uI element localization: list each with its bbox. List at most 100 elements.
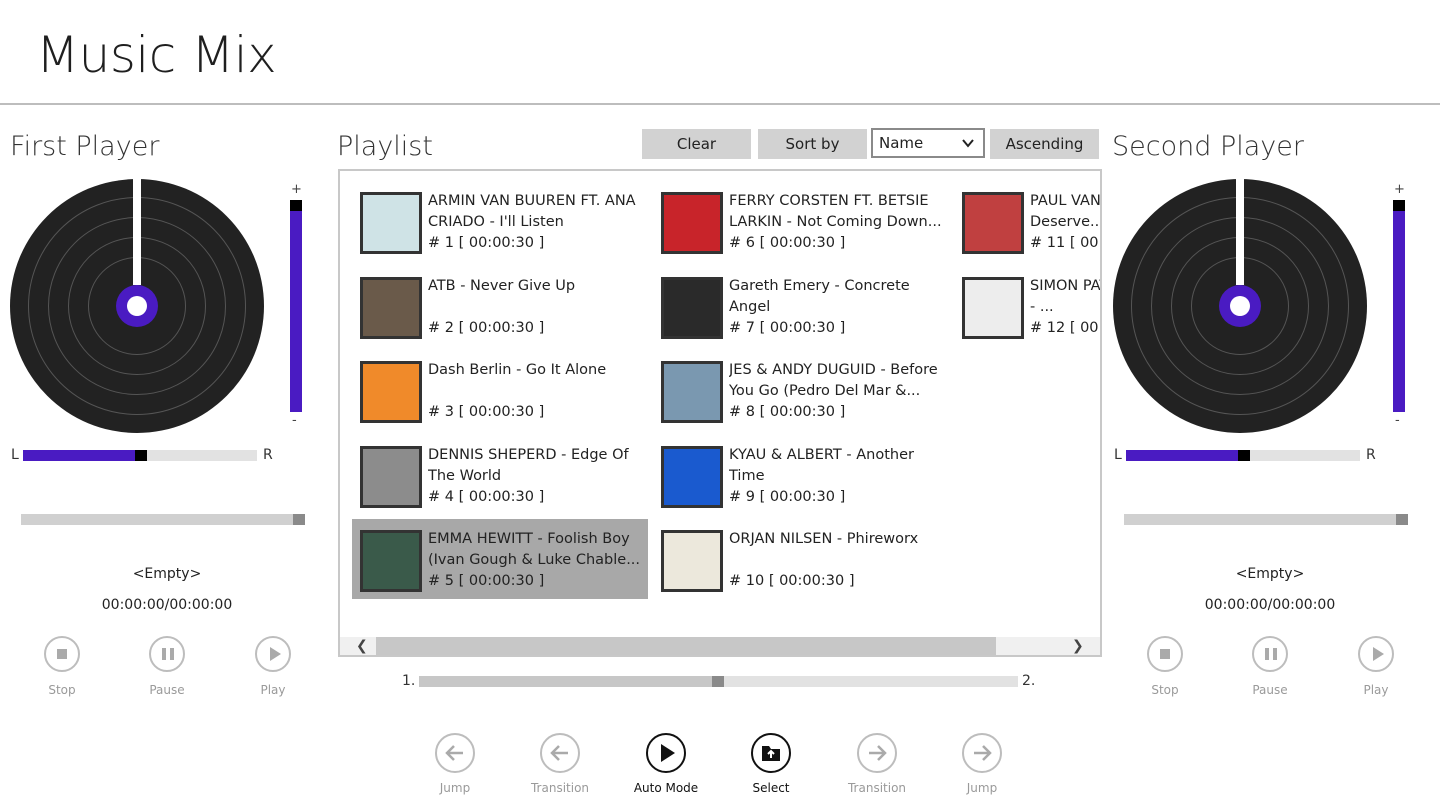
scroll-right-icon[interactable]: ❯ (1072, 637, 1084, 655)
balance-fill (1126, 450, 1238, 461)
second-player-title: Second Player (1112, 131, 1304, 162)
arrow-left-icon (435, 733, 475, 773)
item-title: ORJAN NILSEN - Phireworx (729, 531, 919, 547)
progress-thumb[interactable] (1396, 514, 1408, 525)
jump-left-button[interactable]: Jump (415, 733, 495, 795)
tonearm (1236, 178, 1244, 285)
second-player-turntable[interactable] (1113, 178, 1367, 433)
arrow-right-icon (857, 733, 897, 773)
playlist-item[interactable]: SIMON PATTERSON - HOWELS - ... # 12 [ 00:… (954, 266, 1100, 346)
playlist-item[interactable]: ARMIN VAN BUUREN FT. ANA CRIADO - I'll L… (352, 181, 648, 261)
album-art (661, 445, 723, 508)
volume-thumb[interactable] (1393, 200, 1405, 211)
pause-label: Pause (149, 683, 185, 697)
item-title: Gareth Emery - Concrete Angel (729, 277, 910, 315)
crossfader-thumb[interactable] (712, 676, 724, 687)
second-player-balance-slider[interactable] (1126, 450, 1360, 461)
second-player-volume-slider[interactable] (1393, 200, 1405, 412)
balance-right-label: R (263, 447, 273, 463)
scrollbar-thumb[interactable] (376, 637, 996, 655)
item-title: DENNIS SHEPERD - Edge Of The World (428, 446, 629, 484)
playlist-item[interactable]: PAUL VAN DYK - Don't Deserve... # 11 [ 00… (954, 181, 1102, 261)
playlist-item[interactable]: ORJAN NILSEN - Phireworx # 10 [ 00:00:30 … (653, 519, 949, 599)
playlist-item[interactable]: JES & ANDY DUGUID - Before You Go (Pedro… (653, 350, 949, 430)
transition-right-button[interactable]: Transition (837, 733, 917, 795)
first-player-time: 00:00:00/00:00:00 (101, 597, 233, 613)
first-player-progress-bar[interactable] (21, 514, 305, 525)
select-button[interactable]: Select (731, 733, 811, 795)
playlist-item[interactable]: ATB - Never Give Up # 2 [ 00:00:30 ] (352, 266, 648, 346)
sort-by-button[interactable]: Sort by (758, 129, 867, 159)
playlist-item[interactable]: KYAU & ALBERT - Another Time # 9 [ 00:00:… (653, 435, 949, 515)
playlist-horizontal-scrollbar[interactable]: ❮ ❯ (340, 637, 1100, 655)
volume-thumb[interactable] (290, 200, 302, 211)
second-player-play-button[interactable]: Play (1346, 636, 1406, 697)
sort-order-button[interactable]: Ascending (990, 129, 1099, 159)
folder-open-icon (751, 733, 791, 773)
progress-thumb[interactable] (293, 514, 305, 525)
playlist-item[interactable]: EMMA HEWITT - Foolish Boy (Ivan Gough & … (352, 519, 648, 599)
second-player-pause-button[interactable]: Pause (1240, 636, 1300, 697)
play-label: Play (260, 683, 286, 697)
crossfader-fill (419, 676, 712, 687)
transition-left-button[interactable]: Transition (520, 733, 600, 795)
select-label: Select (752, 781, 790, 795)
stop-label: Stop (48, 683, 76, 697)
item-title: ATB - Never Give Up (428, 277, 576, 294)
balance-left-label: L (11, 447, 19, 463)
jump-right-button[interactable]: Jump (942, 733, 1022, 795)
arrow-right-icon (962, 733, 1002, 773)
balance-left-label: L (1114, 447, 1122, 463)
first-player-play-button[interactable]: Play (243, 636, 303, 697)
playlist-grid[interactable]: ARMIN VAN BUUREN FT. ANA CRIADO - I'll L… (338, 169, 1102, 657)
volume-minus-label: - (292, 413, 297, 428)
balance-thumb[interactable] (135, 450, 147, 461)
pause-icon (1252, 636, 1288, 672)
item-title: EMMA HEWITT - Foolish Boy (Ivan Gough & … (428, 531, 641, 568)
clear-button[interactable]: Clear (642, 129, 751, 159)
playlist-item[interactable]: FERRY CORSTEN FT. BETSIE LARKIN - Not Co… (653, 181, 949, 261)
crossfader-left-label: 1. (402, 673, 416, 689)
volume-minus-label: - (1395, 413, 1400, 428)
sort-field-dropdown[interactable]: Name (871, 128, 985, 158)
item-number-duration: # 3 [ 00:00:30 ] (428, 404, 545, 420)
stop-icon (1147, 636, 1183, 672)
transition-left-label: Transition (530, 781, 590, 795)
first-player-stop-button[interactable]: Stop (32, 636, 92, 697)
pause-label: Pause (1252, 683, 1288, 697)
auto-mode-button[interactable]: Auto Mode (626, 733, 706, 795)
volume-plus-label: + (291, 182, 302, 197)
first-player-balance-slider[interactable] (23, 450, 257, 461)
jump-left-label: Jump (439, 781, 471, 795)
item-number-duration: # 5 [ 00:00:30 ] (428, 573, 545, 589)
sort-field-value: Name (879, 134, 924, 152)
playlist-item[interactable]: Gareth Emery - Concrete Angel # 7 [ 00:00… (653, 266, 949, 346)
arrow-left-icon (540, 733, 580, 773)
balance-thumb[interactable] (1238, 450, 1250, 461)
chevron-down-icon (962, 139, 974, 148)
album-art (661, 361, 723, 423)
album-art (962, 192, 1024, 254)
item-number-duration: # 6 [ 00:00:30 ] (729, 235, 846, 251)
crossfader-slider[interactable] (419, 676, 1018, 687)
second-player-progress-bar[interactable] (1124, 514, 1408, 525)
second-player-stop-button[interactable]: Stop (1135, 636, 1195, 697)
item-title: JES & ANDY DUGUID - Before You Go (Pedro… (729, 362, 938, 399)
scroll-left-icon[interactable]: ❮ (356, 637, 368, 655)
playlist-item[interactable]: DENNIS SHEPERD - Edge Of The World # 4 [ … (352, 435, 648, 515)
item-number-duration: # 4 [ 00:00:30 ] (428, 488, 545, 505)
first-player-pause-button[interactable]: Pause (137, 636, 197, 697)
first-player-volume-slider[interactable] (290, 200, 302, 412)
first-player-turntable[interactable] (10, 178, 264, 433)
album-art (962, 276, 1024, 339)
item-title: ARMIN VAN BUUREN FT. ANA CRIADO - I'll L… (428, 193, 636, 230)
transition-right-label: Transition (847, 781, 907, 795)
item-number-duration: # 7 [ 00:00:30 ] (729, 319, 846, 336)
item-title: PAUL VAN DYK - Don't Deserve... (1030, 193, 1102, 230)
item-number-duration: # 2 [ 00:00:30 ] (428, 319, 545, 336)
tonearm (133, 178, 141, 285)
item-title: KYAU & ALBERT - Another Time (729, 446, 914, 484)
balance-right-label: R (1366, 447, 1376, 463)
playlist-item[interactable]: Dash Berlin - Go It Alone # 3 [ 00:00:30 … (352, 350, 648, 430)
item-number-duration: # 10 [ 00:00:30 ] (729, 573, 855, 589)
